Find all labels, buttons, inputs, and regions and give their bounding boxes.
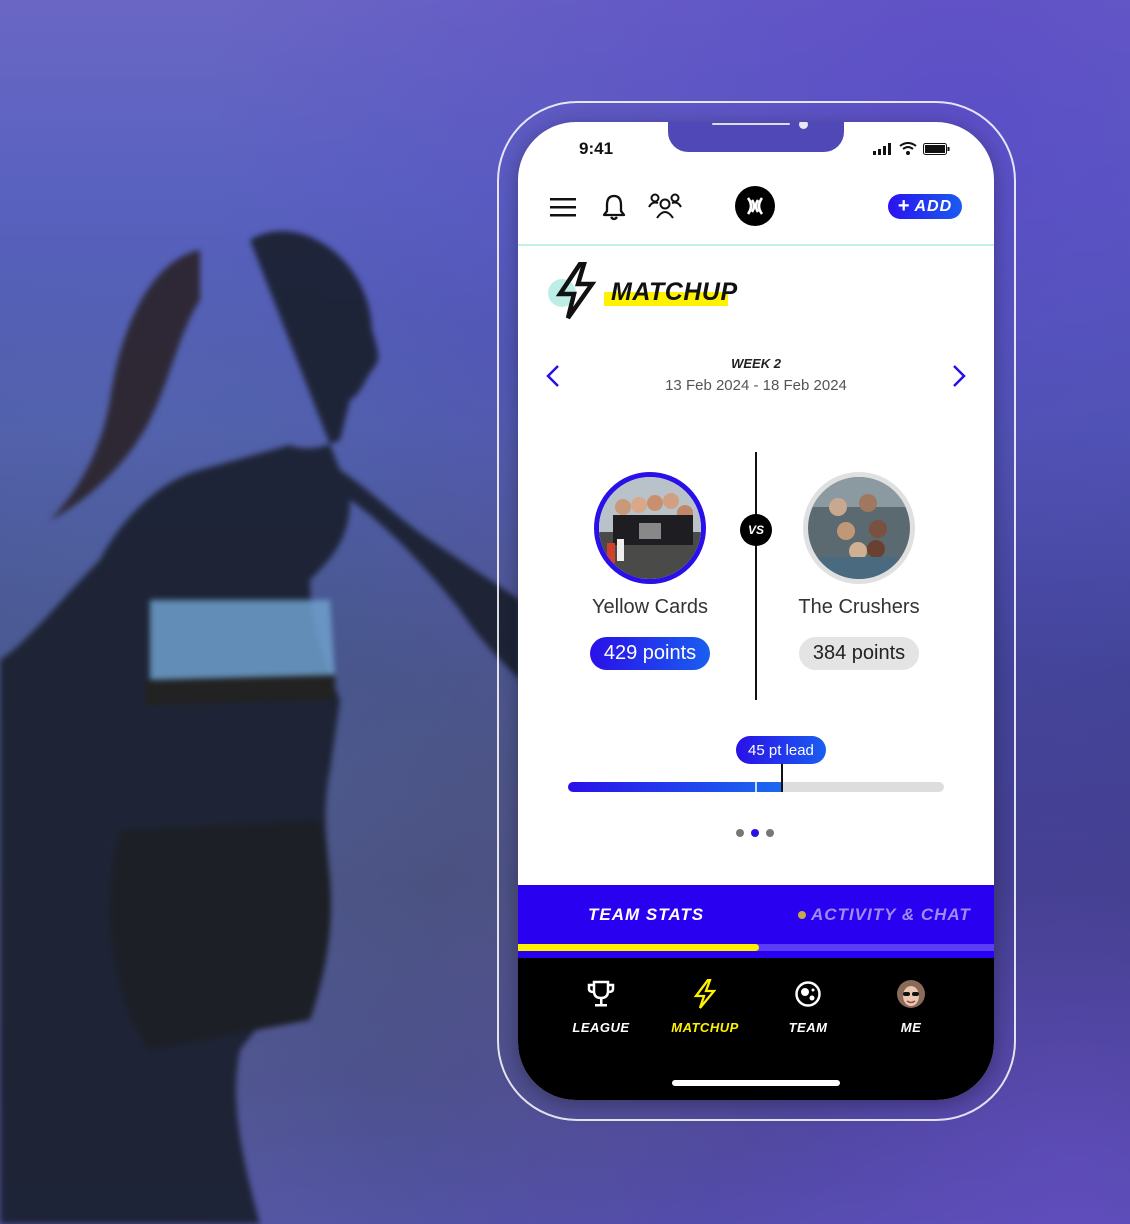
team-points: 429 points — [589, 637, 711, 670]
team-avatar — [803, 472, 915, 584]
carousel-dot[interactable] — [766, 829, 774, 837]
speaker — [712, 123, 790, 125]
runner-background-image — [0, 231, 520, 1224]
bell-icon — [602, 194, 626, 221]
section-header: MATCHUP — [548, 262, 748, 322]
team-photo — [599, 477, 701, 579]
app-logo[interactable] — [735, 186, 775, 226]
nav-matchup[interactable]: MATCHUP — [660, 978, 750, 1035]
home-indicator[interactable] — [672, 1080, 840, 1086]
profile-avatar — [897, 980, 925, 1008]
tab-indicator-track — [518, 944, 994, 951]
vs-divider — [755, 452, 757, 700]
nav-label: MATCHUP — [671, 1020, 739, 1035]
plus-icon: + — [897, 194, 911, 217]
status-time: 9:41 — [579, 139, 614, 158]
signal-icon — [873, 142, 891, 155]
logo-icon — [746, 197, 764, 215]
vs-badge: VS — [740, 514, 772, 546]
carousel-dot[interactable] — [736, 829, 744, 837]
team-avatar — [594, 472, 706, 584]
team-name: Yellow Cards — [592, 596, 708, 618]
tab-indicator — [518, 944, 759, 951]
bottom-navigation: LEAGUE MATCHUP TEAM ME — [518, 958, 994, 1100]
friends-button[interactable] — [648, 192, 682, 220]
week-navigator: WEEK 2 13 Feb 2024 - 18 Feb 2024 — [518, 352, 994, 402]
hamburger-icon — [550, 198, 576, 217]
notifications-button[interactable] — [600, 192, 628, 222]
lead-badge: 45 pt lead — [736, 736, 826, 764]
team-name: The Crushers — [798, 596, 920, 618]
team-card-away[interactable]: The Crushers 384 points — [769, 472, 949, 670]
team-card-home[interactable]: Yellow Cards 429 points — [560, 472, 740, 670]
battery-icon — [923, 142, 950, 155]
week-dates: 13 Feb 2024 - 18 Feb 2024 — [665, 377, 847, 394]
nav-label: TEAM — [788, 1020, 828, 1035]
tab-bar: TEAM STATS ACTIVITY & CHAT — [518, 885, 994, 958]
add-button[interactable]: + ADD — [888, 194, 962, 219]
phone-screen: 9:41 + ADD MATCHUP WEEK 2 13 Feb 2024 - … — [518, 122, 994, 1100]
tab-team-stats[interactable]: TEAM STATS — [588, 905, 704, 925]
nav-team[interactable]: TEAM — [763, 978, 853, 1035]
lead-progress-bar — [568, 782, 944, 792]
notification-dot — [798, 911, 806, 919]
team-circle-icon — [795, 981, 821, 1007]
carousel-dot[interactable] — [751, 829, 759, 837]
lead-marker — [781, 764, 784, 792]
section-title: MATCHUP — [611, 278, 738, 306]
group-icon — [648, 193, 682, 219]
nav-label: LEAGUE — [572, 1020, 630, 1035]
lightning-icon — [555, 262, 597, 320]
nav-league[interactable]: LEAGUE — [556, 978, 646, 1035]
add-button-label: ADD — [914, 197, 953, 215]
lightning-icon — [693, 979, 717, 1009]
nav-label: ME — [900, 1020, 922, 1035]
lead-progress-fill — [568, 782, 783, 792]
nav-me[interactable]: ME — [866, 978, 956, 1035]
week-label: WEEK 2 — [731, 356, 781, 371]
midpoint-marker — [755, 782, 757, 792]
carousel-dots[interactable] — [736, 829, 774, 837]
wifi-icon — [899, 142, 917, 155]
status-icons — [873, 142, 950, 155]
team-photo — [808, 477, 910, 579]
trophy-icon — [587, 980, 615, 1007]
tab-label: ACTIVITY & CHAT — [811, 905, 971, 924]
camera — [799, 122, 808, 129]
next-week-button[interactable] — [946, 364, 970, 388]
tab-activity-chat[interactable]: ACTIVITY & CHAT — [798, 905, 971, 925]
team-points: 384 points — [798, 637, 920, 670]
menu-button[interactable] — [549, 194, 577, 220]
phone-notch — [668, 122, 844, 152]
